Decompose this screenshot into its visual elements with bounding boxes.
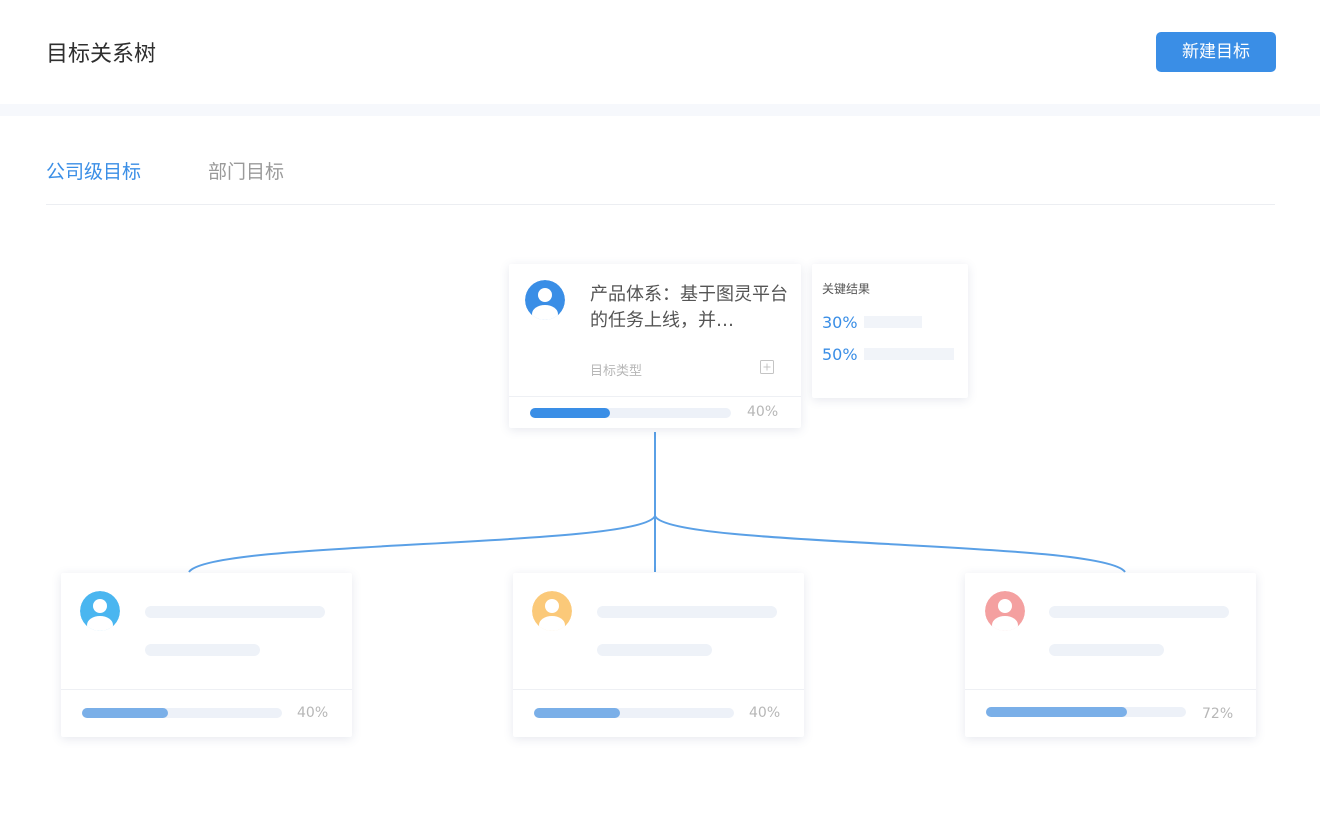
progress-track (82, 708, 282, 718)
progress-fill (82, 708, 168, 718)
progress-track (986, 707, 1186, 717)
key-result-bar (864, 348, 954, 360)
card-divider (513, 689, 804, 690)
subtitle-placeholder (1049, 644, 1164, 656)
progress-fill (530, 408, 611, 418)
child-goal-card[interactable]: 40% (61, 573, 352, 737)
progress-percent: 40% (747, 404, 779, 420)
goal-type-label: 目标类型 (590, 364, 643, 379)
progress-fill (986, 707, 1127, 717)
key-result-value: 30% (822, 313, 858, 332)
user-avatar-icon (532, 591, 572, 631)
user-avatar-icon (985, 591, 1025, 631)
user-avatar-icon (80, 591, 120, 631)
key-result-bar (864, 316, 922, 328)
card-divider (509, 396, 801, 397)
card-divider (61, 689, 352, 690)
progress-percent: 40% (749, 705, 781, 721)
plus-square-icon[interactable] (759, 359, 775, 375)
connector-right (654, 515, 1126, 573)
title-placeholder (145, 606, 325, 618)
key-results-title: 关键结果 (822, 282, 871, 296)
title-placeholder (597, 606, 777, 618)
title-placeholder (1049, 606, 1229, 618)
card-divider (965, 689, 1256, 690)
key-result-value: 50% (822, 345, 858, 364)
subtitle-placeholder (145, 644, 260, 656)
connector-left (188, 515, 656, 573)
goal-title: 产品体系：基于图灵平台的任务上线，并… (590, 284, 788, 331)
progress-percent: 40% (297, 705, 329, 721)
root-goal-card[interactable]: 产品体系：基于图灵平台的任务上线，并… 目标类型 40% (509, 264, 801, 428)
progress-track (530, 408, 731, 418)
user-avatar-icon (525, 280, 565, 320)
subtitle-placeholder (597, 644, 712, 656)
progress-percent: 72% (1202, 706, 1234, 722)
key-results-panel: 关键结果 30% 50% (812, 264, 968, 398)
child-goal-card[interactable]: 72% (965, 573, 1256, 737)
progress-fill (534, 708, 620, 718)
child-goal-card[interactable]: 40% (513, 573, 804, 737)
progress-track (534, 708, 734, 718)
